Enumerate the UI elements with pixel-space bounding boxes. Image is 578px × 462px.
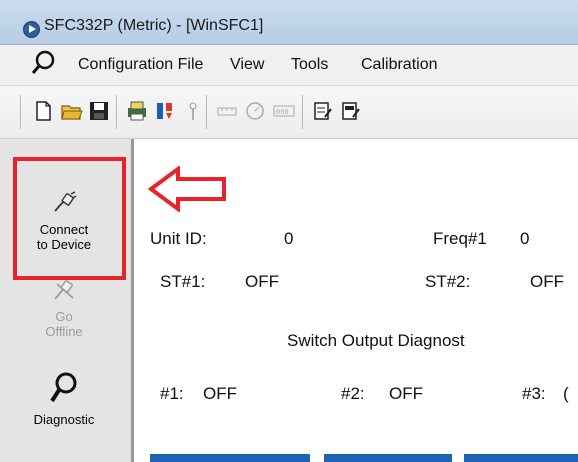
- magnifier-icon[interactable]: [31, 49, 57, 77]
- st1-label: ST#1:: [160, 272, 206, 291]
- unit-id-label: Unit ID:: [150, 229, 207, 248]
- st1-value: OFF: [245, 272, 279, 291]
- toolbar-separator: [116, 95, 117, 129]
- sort-icon[interactable]: [154, 100, 176, 122]
- magnifier-icon: [10, 371, 118, 408]
- menu-configuration-file[interactable]: Configuration File: [78, 56, 203, 74]
- toolbar: 000: [0, 86, 578, 139]
- bottom-panel-tab[interactable]: [324, 454, 452, 462]
- menu-view[interactable]: View: [230, 56, 264, 74]
- output3-value: (: [563, 384, 569, 403]
- print-icon[interactable]: [126, 100, 148, 122]
- ruler-icon[interactable]: [216, 100, 238, 122]
- st2-value: OFF: [530, 272, 564, 291]
- svg-text:000: 000: [276, 108, 289, 116]
- diagnostic-label: Diagnostic: [33, 412, 95, 427]
- go-offline-button[interactable]: Go Offline: [10, 278, 118, 339]
- menu-calibration[interactable]: Calibration: [361, 56, 437, 74]
- title-bar: SFC332P (Metric) - [WinSFC1]: [0, 0, 578, 45]
- counter-icon[interactable]: 000: [272, 100, 295, 122]
- output1-label: #1:: [160, 384, 184, 403]
- open-folder-icon[interactable]: [60, 100, 83, 122]
- unplug-icon: [10, 278, 118, 305]
- offline-label-line2: Offline: [45, 324, 83, 339]
- output3-label: #3:: [522, 384, 546, 403]
- diagnostic-button[interactable]: Diagnostic: [10, 371, 118, 427]
- toolbar-separator: [206, 95, 207, 129]
- app-icon: [23, 21, 40, 38]
- bottom-panel-tab[interactable]: [464, 454, 578, 462]
- dial-icon[interactable]: [244, 100, 266, 122]
- save-icon[interactable]: [88, 100, 110, 122]
- st2-label: ST#2:: [425, 272, 471, 291]
- menu-tools[interactable]: Tools: [291, 56, 328, 74]
- edit-doc-icon[interactable]: [312, 100, 334, 122]
- menu-bar: Configuration File View Tools Calibratio…: [0, 45, 578, 86]
- toolbar-separator: [20, 95, 21, 129]
- bottom-panel-tab[interactable]: [150, 454, 310, 462]
- freq1-label: Freq#1: [433, 229, 487, 248]
- new-file-icon[interactable]: [32, 100, 54, 122]
- output2-value: OFF: [389, 384, 423, 403]
- toolbar-separator: [302, 95, 303, 129]
- window-title: SFC332P (Metric) - [WinSFC1]: [44, 17, 264, 34]
- output1-value: OFF: [203, 384, 237, 403]
- output2-label: #2:: [341, 384, 365, 403]
- freq1-value: 0: [520, 229, 530, 248]
- unit-id-value: 0: [284, 229, 294, 248]
- annotation-highlight-box: [13, 157, 126, 280]
- probe-icon[interactable]: [182, 100, 204, 122]
- annotation-arrow-icon: [147, 165, 228, 217]
- switch-output-diagnostic-title: Switch Output Diagnost: [287, 331, 465, 350]
- offline-label-line1: Go: [55, 309, 73, 324]
- edit-doc2-icon[interactable]: [340, 100, 362, 122]
